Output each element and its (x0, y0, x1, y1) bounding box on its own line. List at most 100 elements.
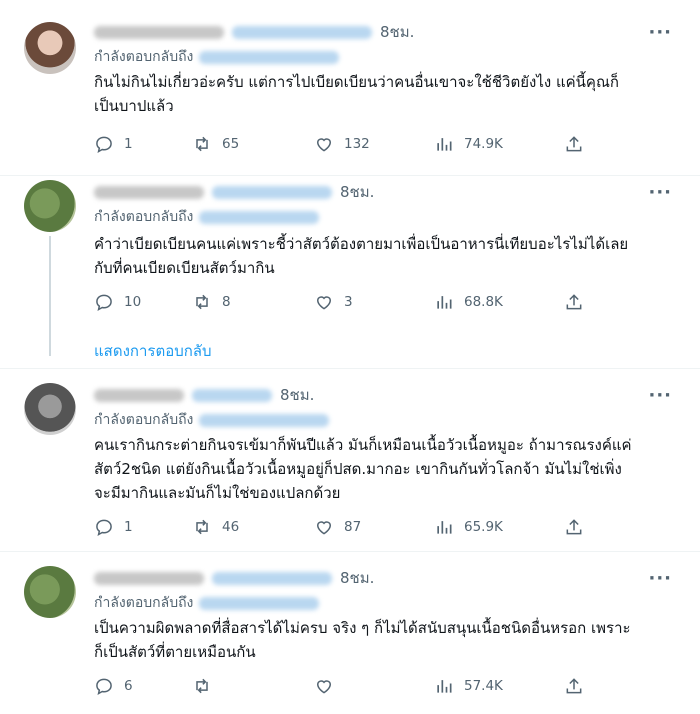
author-handle[interactable] (192, 388, 272, 402)
views-icon (437, 296, 452, 309)
retweet-count: 46 (222, 519, 240, 535)
tweet-actions: 1 46 87 65.9K (94, 515, 594, 539)
like-button[interactable]: 132 (314, 134, 434, 154)
share-button[interactable] (564, 134, 584, 154)
views-button[interactable]: 57.4K (434, 676, 564, 696)
reply-icon (96, 678, 112, 695)
tweet-time[interactable]: 8ชม. (380, 20, 414, 44)
share-icon (566, 519, 582, 535)
author-name[interactable] (94, 571, 204, 585)
reply-to-label: กำลังตอบกลับถึง (94, 209, 194, 225)
reply-count: 6 (124, 678, 133, 694)
avatar[interactable] (24, 180, 76, 232)
tweet-time[interactable]: 8ชม. (340, 180, 374, 204)
retweet-icon (196, 678, 208, 694)
views-count: 74.9K (464, 136, 503, 152)
tweet[interactable]: 8ชม. ··· กำลังตอบกลับถึง กินไม่กินไม่เกี… (0, 0, 700, 175)
like-count: 132 (344, 136, 370, 152)
more-icon[interactable]: ··· (648, 568, 672, 589)
views-count: 65.9K (464, 519, 503, 535)
reply-to: กำลังตอบกลับถึง (94, 592, 320, 614)
reply-to: กำลังตอบกลับถึง (94, 206, 320, 228)
thread-line (49, 236, 51, 356)
retweet-button[interactable]: 8 (192, 292, 314, 312)
tweet-time[interactable]: 8ชม. (280, 383, 314, 407)
reply-button[interactable]: 1 (94, 134, 192, 154)
author-name[interactable] (94, 388, 184, 402)
like-icon (316, 296, 332, 310)
reply-to: กำลังตอบกลับถึง (94, 409, 330, 431)
views-button[interactable]: 65.9K (434, 517, 564, 537)
tweet-actions: 1 65 132 74.9K (94, 132, 594, 156)
reply-to-handle[interactable] (199, 210, 320, 224)
like-count: 87 (344, 519, 362, 535)
reply-button[interactable]: 6 (94, 676, 192, 696)
more-icon[interactable]: ··· (648, 182, 672, 203)
author-handle[interactable] (232, 25, 372, 39)
reply-count: 1 (124, 519, 133, 535)
tweet-time[interactable]: 8ชม. (340, 566, 374, 590)
tweet-header: 8ชม. (94, 180, 374, 204)
like-icon (316, 138, 332, 152)
author-handle[interactable] (212, 571, 332, 585)
views-count: 68.8K (464, 294, 503, 310)
retweet-button[interactable] (192, 676, 314, 696)
share-icon (566, 678, 582, 694)
reply-button[interactable]: 10 (94, 292, 192, 312)
tweet-actions: 6 57.4K (94, 674, 594, 698)
tweet-header: 8ชม. (94, 383, 314, 407)
like-button[interactable]: 87 (314, 517, 434, 537)
more-icon[interactable]: ··· (648, 22, 672, 43)
views-icon (437, 138, 452, 151)
retweet-icon (196, 136, 208, 152)
tweet[interactable]: 8ชม. ··· กำลังตอบกลับถึง คนเรากินกระต่าย… (0, 369, 700, 559)
reply-to-label: กำลังตอบกลับถึง (94, 595, 194, 611)
avatar[interactable] (24, 383, 76, 435)
author-name[interactable] (94, 25, 224, 39)
reply-to-handle[interactable] (199, 413, 330, 427)
views-count: 57.4K (464, 678, 503, 694)
show-replies-link[interactable]: แสดงการตอบกลับ (94, 339, 212, 363)
share-button[interactable] (564, 292, 584, 312)
tweet[interactable]: 8ชม. ··· กำลังตอบกลับถึง เป็นความผิดพลาด… (0, 552, 700, 714)
tweet-text: กินไม่กินไม่เกี่ยวอ่ะครับ แต่การไปเบียดเ… (94, 73, 619, 115)
share-icon (566, 294, 582, 310)
share-button[interactable] (564, 676, 584, 696)
reply-to-handle[interactable] (199, 50, 340, 64)
like-count: 3 (344, 294, 353, 310)
reply-icon (96, 519, 112, 536)
reply-icon (96, 136, 112, 153)
share-icon (566, 136, 582, 152)
retweet-icon (196, 294, 208, 310)
views-button[interactable]: 68.8K (434, 292, 564, 312)
like-button[interactable]: 3 (314, 292, 434, 312)
reply-to-handle[interactable] (199, 596, 320, 610)
tweet-text: เป็นความผิดพลาดที่สื่อสารได้ไม่ครบ จริง … (94, 619, 631, 661)
views-button[interactable]: 74.9K (434, 134, 564, 154)
like-icon (316, 680, 332, 694)
author-handle[interactable] (212, 185, 332, 199)
avatar[interactable] (24, 566, 76, 618)
avatar[interactable] (24, 22, 76, 74)
reply-count: 10 (124, 294, 142, 310)
tweet-header: 8ชม. (94, 20, 414, 44)
share-button[interactable] (564, 517, 584, 537)
reply-button[interactable]: 1 (94, 517, 192, 537)
reply-count: 1 (124, 136, 133, 152)
retweet-button[interactable]: 65 (192, 134, 314, 154)
like-button[interactable] (314, 676, 434, 696)
like-icon (316, 521, 332, 535)
tweet[interactable]: 8ชม. ··· กำลังตอบกลับถึง คำว่าเบียดเบียน… (0, 176, 700, 366)
author-name[interactable] (94, 185, 204, 199)
retweet-icon (196, 519, 208, 535)
tweet-text: คำว่าเบียดเบียนคนแค่เพราะชี้ว่าสัตว์ต้อง… (94, 235, 629, 277)
reply-icon (96, 294, 112, 311)
views-icon (437, 680, 452, 693)
tweet-actions: 10 8 3 68.8K (94, 290, 594, 314)
reply-to: กำลังตอบกลับถึง (94, 46, 340, 68)
reply-to-label: กำลังตอบกลับถึง (94, 49, 194, 65)
retweet-count: 65 (222, 136, 240, 152)
retweet-button[interactable]: 46 (192, 517, 314, 537)
more-icon[interactable]: ··· (648, 385, 672, 406)
views-icon (437, 521, 452, 534)
